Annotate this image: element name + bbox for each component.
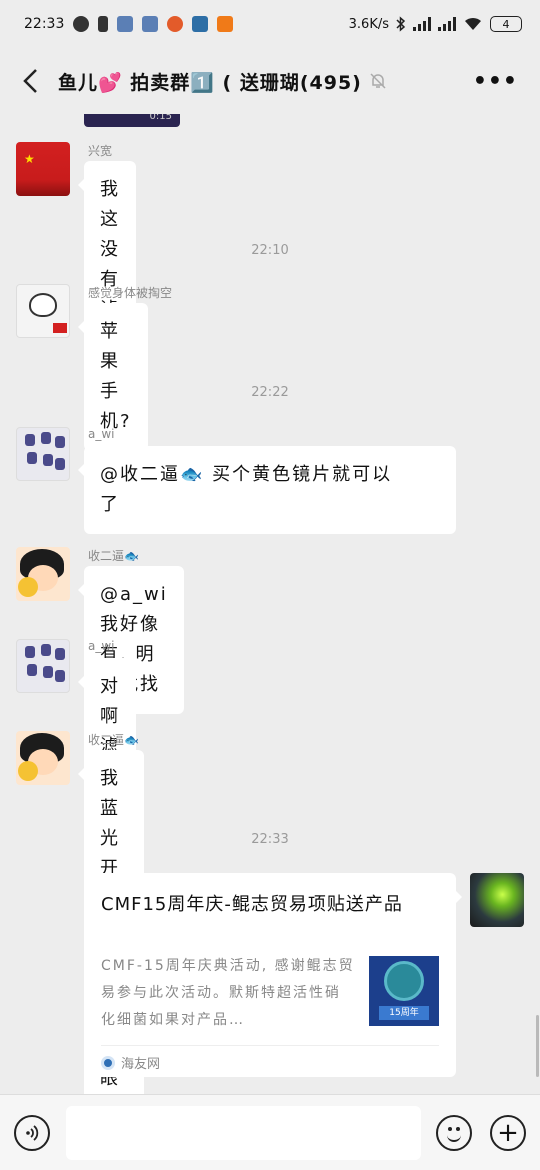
video-duration: 0:15 (149, 114, 172, 122)
source-name: 海友网 (121, 1057, 161, 1072)
sender-name: a_wi (88, 639, 115, 653)
more-icon[interactable]: ••• (473, 69, 518, 94)
back-icon[interactable] (8, 58, 54, 104)
net-speed: 3.6K/s (348, 16, 389, 32)
app-icon (117, 16, 134, 32)
mute-icon (370, 73, 386, 89)
message-bubble[interactable]: @收二逼🐟 买个黄色镜片就可以 了 (78, 446, 456, 534)
battery-icon: 4 (490, 16, 522, 32)
link-card-title: CMF15周年庆-鲲志贸易项贴送产品 (101, 894, 403, 915)
status-bar: 22:33 3.6K/s 4 (0, 0, 540, 48)
avatar[interactable] (16, 427, 70, 481)
previous-video-thumbnail[interactable]: 0:15 (84, 114, 180, 127)
link-card[interactable]: CMF15周年庆-鲲志贸易项贴送产品 CMF-15周年庆典活动, 感谢鲲志贸易参… (84, 873, 462, 1077)
bluetooth-icon (396, 16, 406, 32)
weibo-icon (167, 16, 184, 32)
avatar[interactable] (470, 873, 524, 927)
divider (101, 1045, 439, 1046)
sender-name: 收二逼🐟 (88, 733, 139, 747)
status-time: 22:33 (24, 16, 65, 32)
app-icon (142, 16, 159, 32)
link-card-source: 海友网 (101, 1053, 160, 1072)
message-input[interactable] (66, 1106, 421, 1160)
app-icon (192, 16, 209, 32)
avatar[interactable] (16, 731, 70, 785)
message-text: 了 (100, 494, 120, 515)
sender-name: a_wi (88, 427, 115, 441)
message-text: 苹果手机? (100, 321, 132, 432)
timestamp: 22:22 (251, 385, 289, 400)
avatar[interactable]: ★ (16, 142, 70, 196)
avatar[interactable] (16, 639, 70, 693)
sim-icon (98, 16, 109, 32)
source-icon (101, 1055, 115, 1070)
taobao-icon (217, 16, 234, 32)
thumb-label: 15周年 (379, 1006, 429, 1020)
avatar[interactable] (16, 547, 70, 601)
chat-header: 鱼儿💕 拍卖群1️⃣ ( 送珊瑚(495) ••• (0, 48, 540, 114)
wifi-icon (465, 17, 481, 30)
globe-icon (73, 16, 90, 32)
link-card-thumbnail: 15周年 (369, 956, 439, 1026)
emoji-icon[interactable] (436, 1115, 472, 1151)
signal-icon (438, 17, 456, 31)
timestamp: 22:33 (251, 832, 289, 847)
signal-icon (413, 17, 431, 31)
avatar[interactable] (16, 284, 70, 338)
sender-name: 兴宽 (88, 144, 113, 158)
timestamp: 22:10 (251, 243, 289, 258)
link-card-description: CMF-15周年庆典活动, 感谢鲲志贸易参与此次活动。默斯特超活性硝化细菌如果对… (101, 958, 355, 1028)
sender-name: 收二逼🐟 (88, 549, 139, 563)
scrollbar[interactable] (536, 1015, 539, 1077)
voice-icon[interactable] (14, 1115, 50, 1151)
chat-title: 鱼儿💕 拍卖群1️⃣ ( 送珊瑚(495) (58, 71, 362, 94)
sender-name: 感觉身体被掏空 (88, 286, 173, 300)
message-text: @收二逼🐟 买个黄色镜片就可以 (100, 464, 393, 485)
chat-list[interactable]: 0:15 ★ 兴宽 我这没有滤镜 22:10 感觉身体被掏空 苹果手机? 22:… (0, 114, 540, 1094)
input-bar: + (0, 1094, 540, 1170)
plus-icon[interactable]: + (490, 1115, 526, 1151)
